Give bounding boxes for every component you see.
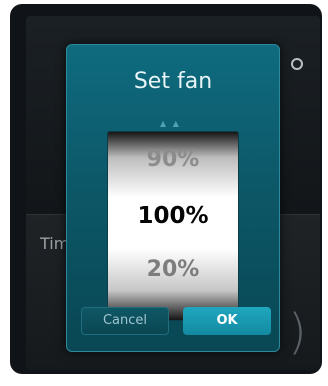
picker-option-below[interactable]: 20% bbox=[107, 257, 239, 282]
background-large-digit: ) bbox=[288, 304, 307, 360]
scroll-up-icon[interactable]: ▲ ▲ bbox=[160, 119, 181, 128]
cancel-button[interactable]: Cancel bbox=[81, 307, 169, 335]
dialog-title: Set fan bbox=[133, 69, 213, 94]
set-fan-dialog: Set fan ▲ ▲ 90% 100% 20% Cancel OK bbox=[66, 44, 280, 352]
picker-option-selected[interactable]: 100% bbox=[107, 203, 239, 229]
background-time-label: Tim bbox=[40, 234, 70, 253]
picker-option-above[interactable]: 90% bbox=[107, 147, 239, 172]
fan-speed-picker[interactable]: 90% 100% 20% bbox=[107, 131, 239, 321]
degree-icon bbox=[291, 58, 303, 70]
ok-button[interactable]: OK bbox=[183, 307, 271, 335]
